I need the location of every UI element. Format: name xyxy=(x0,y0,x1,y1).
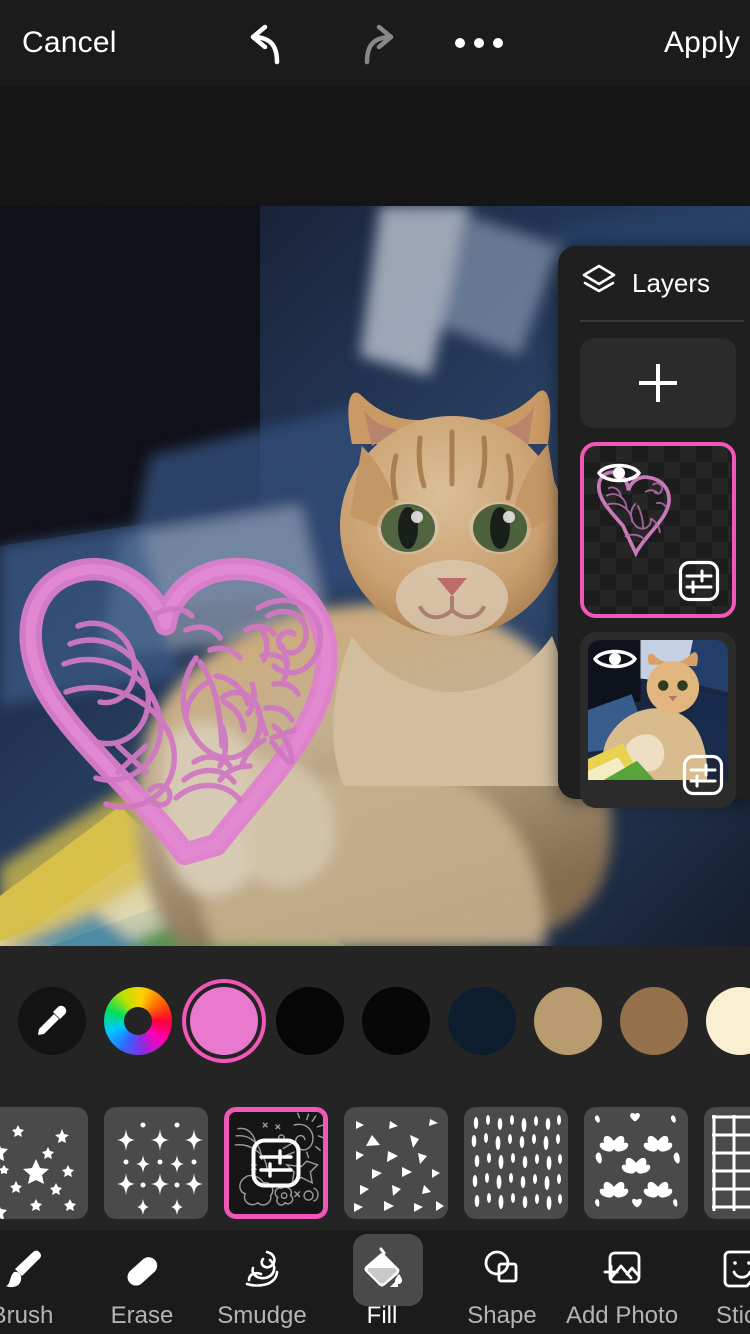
tool-brush[interactable]: Brush xyxy=(0,1230,82,1330)
layer-settings-icon[interactable] xyxy=(682,754,724,796)
pattern-dashes[interactable] xyxy=(464,1107,568,1219)
tool-label: Brush xyxy=(0,1302,54,1329)
swatch-pink[interactable] xyxy=(190,987,258,1055)
more-dot xyxy=(493,38,503,48)
layer-settings-icon[interactable] xyxy=(678,560,720,602)
color-swatch-row[interactable] xyxy=(0,946,750,1096)
eye-icon[interactable] xyxy=(596,458,642,488)
tool-fill[interactable]: Fill xyxy=(322,1230,442,1330)
swatch-navy[interactable] xyxy=(448,987,516,1055)
add-photo-icon xyxy=(593,1240,651,1298)
shapes-icon xyxy=(473,1240,531,1298)
tool-label: Fill xyxy=(366,1302,398,1329)
eyedropper-icon xyxy=(38,1005,67,1035)
tool-label: Shape xyxy=(467,1302,537,1329)
pattern-swatch-row[interactable] xyxy=(0,1096,750,1230)
undo-arrow-icon[interactable] xyxy=(243,22,297,66)
tool-add-photo[interactable]: Add Photo xyxy=(562,1230,682,1330)
eye-icon[interactable] xyxy=(592,644,638,674)
canvas-area: Layers xyxy=(0,86,750,946)
eyedropper-tool[interactable] xyxy=(18,987,86,1055)
tool-selector[interactable]: Brush Erase Smudge xyxy=(0,1230,750,1334)
add-layer-button[interactable] xyxy=(580,338,736,428)
more-dot xyxy=(474,38,484,48)
layer-item-doodle-heart[interactable] xyxy=(580,442,736,618)
layer-item-photo[interactable] xyxy=(580,632,736,808)
pattern-butterflies[interactable] xyxy=(584,1107,688,1219)
color-wheel[interactable] xyxy=(104,987,172,1055)
pattern-doodles[interactable] xyxy=(224,1107,328,1219)
pattern-grid[interactable] xyxy=(704,1107,750,1219)
tool-label: Smudge xyxy=(217,1302,307,1329)
redo-arrow-icon[interactable] xyxy=(347,22,401,66)
swatch-tan[interactable] xyxy=(534,987,602,1055)
layers-stack-icon xyxy=(580,262,618,305)
sticker-icon xyxy=(713,1240,750,1298)
tool-erase[interactable]: Erase xyxy=(82,1230,202,1330)
photo-editor-screen: Cancel Apply Layers rush Erase Smudge Fi… xyxy=(0,0,750,1334)
layers-panel: Layers xyxy=(558,246,750,808)
pattern-triangles[interactable] xyxy=(344,1107,448,1219)
layers-divider xyxy=(580,320,744,322)
brush-icon xyxy=(0,1240,51,1298)
cancel-button[interactable]: Cancel xyxy=(22,26,117,60)
tool-shape[interactable]: Shape xyxy=(442,1230,562,1330)
swatch-brown[interactable] xyxy=(620,987,688,1055)
more-options-icon[interactable] xyxy=(455,36,503,50)
smudge-icon xyxy=(233,1240,291,1298)
layers-panel-title: Layers xyxy=(632,267,711,298)
pattern-stars[interactable] xyxy=(0,1107,88,1219)
pattern-sparkles[interactable] xyxy=(104,1107,208,1219)
tool-label: Erase xyxy=(110,1302,174,1329)
tool-sticker[interactable]: Stick xyxy=(682,1230,750,1330)
apply-button[interactable]: Apply xyxy=(664,26,740,60)
pattern-settings-icon[interactable] xyxy=(251,1138,301,1188)
paint-bucket-icon xyxy=(353,1240,411,1298)
tool-label: Stick xyxy=(715,1302,750,1329)
eraser-icon xyxy=(113,1240,171,1298)
plus-icon xyxy=(639,364,677,402)
top-bar: Cancel Apply xyxy=(0,0,750,86)
swatch-black-1[interactable] xyxy=(276,987,344,1055)
tool-smudge[interactable]: Smudge xyxy=(202,1230,322,1330)
swatch-black-2[interactable] xyxy=(362,987,430,1055)
layers-panel-header: Layers xyxy=(558,246,750,320)
more-dot xyxy=(455,38,465,48)
swatch-cream[interactable] xyxy=(706,987,750,1055)
tool-label: Add Photo xyxy=(565,1302,679,1329)
